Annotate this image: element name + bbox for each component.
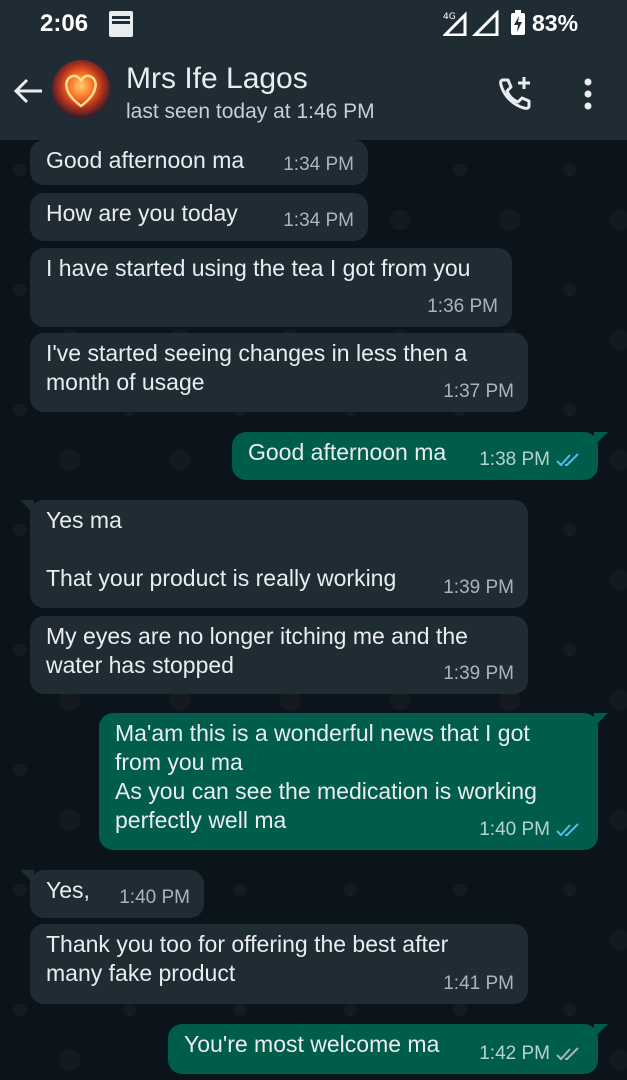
battery-percentage: 83% bbox=[532, 10, 579, 36]
back-arrow-icon[interactable] bbox=[12, 74, 46, 108]
bubble-tail bbox=[20, 870, 34, 884]
add-call-icon[interactable] bbox=[496, 74, 536, 114]
message-meta: 1:40 PM bbox=[479, 815, 584, 844]
outgoing-message[interactable]: Ma'am this is a wonderful news that I go… bbox=[99, 713, 608, 850]
message-meta: 1:37 PM bbox=[443, 377, 514, 406]
message-time: 1:38 PM bbox=[479, 449, 550, 470]
message-text: My eyes are no longer itching me and the… bbox=[46, 623, 468, 678]
message-meta: 1:34 PM bbox=[283, 206, 354, 235]
message-time: 1:40 PM bbox=[119, 887, 190, 908]
double-tick-icon bbox=[556, 452, 579, 466]
incoming-message[interactable]: I've started seeing changes in less then… bbox=[30, 333, 528, 412]
incoming-message[interactable]: Yes ma That your product is really worki… bbox=[20, 500, 528, 608]
status-time: 2:06 bbox=[40, 10, 89, 37]
message-time: 1:39 PM bbox=[443, 577, 514, 598]
bubble-tail bbox=[594, 1024, 608, 1038]
incoming-message[interactable]: My eyes are no longer itching me and the… bbox=[30, 616, 528, 694]
double-tick-icon bbox=[556, 1046, 579, 1060]
signal-icon: 4G bbox=[443, 10, 499, 36]
chat-header: Mrs Ife Lagos last seen today at 1:46 PM bbox=[0, 48, 627, 140]
battery-icon bbox=[511, 10, 525, 35]
message-text: Yes ma That your product is really worki… bbox=[46, 507, 397, 591]
message-time: 1:37 PM bbox=[443, 381, 514, 402]
network-type: 4G bbox=[443, 12, 456, 22]
incoming-message[interactable]: I have started using the tea I got from … bbox=[30, 248, 512, 327]
message-time: 1:40 PM bbox=[479, 819, 550, 840]
bubble-tail bbox=[594, 432, 608, 446]
message-text: I have started using the tea I got from … bbox=[46, 255, 471, 281]
message-meta: 1:40 PM bbox=[119, 883, 190, 912]
more-options-icon[interactable] bbox=[576, 76, 600, 112]
message-text: Thank you too for offering the best afte… bbox=[46, 931, 449, 986]
message-time: 1:42 PM bbox=[479, 1043, 550, 1064]
outgoing-message[interactable]: Good afternoon ma 1:38 PM bbox=[232, 432, 608, 480]
message-time: 1:34 PM bbox=[283, 154, 354, 175]
bubble-tail bbox=[20, 500, 34, 514]
incoming-message[interactable]: Yes, 1:40 PM bbox=[20, 870, 204, 918]
last-seen-status: last seen today at 1:46 PM bbox=[126, 100, 375, 123]
message-meta: 1:34 PM bbox=[283, 150, 354, 179]
incoming-message[interactable]: Thank you too for offering the best afte… bbox=[30, 924, 528, 1004]
chat-messages[interactable]: Good afternoon ma 1:34 PM How are you to… bbox=[0, 140, 627, 1080]
message-meta: 1:38 PM bbox=[479, 445, 584, 474]
message-meta: 1:39 PM bbox=[443, 573, 514, 602]
message-meta: 1:39 PM bbox=[443, 659, 514, 688]
outgoing-message[interactable]: You're most welcome ma 1:42 PM bbox=[168, 1024, 608, 1074]
double-tick-icon bbox=[556, 822, 579, 836]
message-meta: 1:36 PM bbox=[427, 292, 498, 321]
message-meta: 1:41 PM bbox=[443, 969, 514, 998]
contact-name[interactable]: Mrs Ife Lagos bbox=[126, 62, 308, 96]
bubble-tail bbox=[594, 713, 608, 727]
contact-avatar[interactable] bbox=[52, 60, 110, 118]
message-time: 1:41 PM bbox=[443, 973, 514, 994]
message-time: 1:39 PM bbox=[443, 663, 514, 684]
incoming-message[interactable]: How are you today 1:34 PM bbox=[30, 193, 368, 241]
avatar-heart-image bbox=[65, 74, 97, 108]
message-time: 1:34 PM bbox=[283, 210, 354, 231]
message-time: 1:36 PM bbox=[427, 296, 498, 317]
bible-icon bbox=[109, 11, 133, 37]
message-text: I've started seeing changes in less then… bbox=[46, 340, 468, 395]
status-bar: 2:06 4G 83% bbox=[0, 0, 627, 48]
incoming-message[interactable]: Good afternoon ma 1:34 PM bbox=[30, 140, 368, 185]
message-meta: 1:42 PM bbox=[479, 1039, 584, 1068]
